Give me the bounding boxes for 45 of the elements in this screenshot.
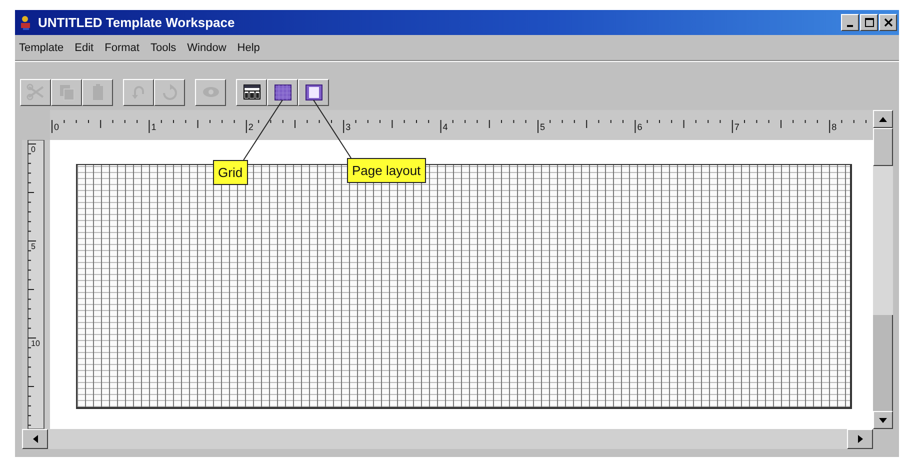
scroll-left-button[interactable] xyxy=(22,429,48,449)
scroll-up-button[interactable] xyxy=(873,110,893,128)
grid-button[interactable] xyxy=(267,79,298,106)
ruler-number: 0 xyxy=(54,122,60,132)
close-icon xyxy=(884,18,892,27)
table-button[interactable] xyxy=(236,79,267,106)
menu-item[interactable]: Window xyxy=(187,42,226,54)
scroll-right-button[interactable] xyxy=(847,429,873,449)
callout-label: Page layout xyxy=(347,158,426,183)
close-button[interactable] xyxy=(879,14,897,31)
maximize-button[interactable] xyxy=(860,14,878,31)
maximize-icon xyxy=(864,18,874,27)
menu-item[interactable]: Format xyxy=(104,42,140,54)
menu-item[interactable]: Help xyxy=(237,42,260,54)
scroll-down-button[interactable] xyxy=(873,411,893,429)
ruler-number: 5 xyxy=(31,242,36,251)
menu-item[interactable]: Edit xyxy=(74,42,94,54)
menu-item[interactable]: Template xyxy=(19,42,64,54)
ruler-number: 7 xyxy=(734,122,740,132)
ruler-number: 1 xyxy=(151,122,156,132)
page-button[interactable] xyxy=(298,79,329,106)
right-arrow-icon xyxy=(858,435,862,443)
window-title: UNTITLED Template Workspace xyxy=(38,15,235,30)
grid-icon xyxy=(272,83,292,102)
up-arrow-icon xyxy=(879,116,887,122)
vertical-scrollbar[interactable] xyxy=(873,110,893,429)
horizontal-scrollbar[interactable] xyxy=(22,429,873,449)
leader-line xyxy=(313,100,352,158)
table-icon xyxy=(242,83,262,102)
ruler-number: 10 xyxy=(31,339,40,348)
ruler-number: 2 xyxy=(248,122,254,132)
page-icon xyxy=(304,83,324,102)
ruler-number: 4 xyxy=(442,122,448,132)
scroll-thumb[interactable] xyxy=(873,128,893,166)
minimize-button[interactable] xyxy=(841,14,859,31)
ruler-number: 0 xyxy=(31,145,36,154)
ruler-number: 8 xyxy=(832,122,837,132)
callout-label: Grid xyxy=(213,160,248,185)
menu-item[interactable]: Tools xyxy=(150,42,176,54)
ruler-number: 6 xyxy=(637,122,642,132)
minimize-icon xyxy=(847,24,853,26)
ruler-number: 3 xyxy=(346,122,351,132)
down-arrow-icon xyxy=(879,418,887,422)
ruler-number: 5 xyxy=(540,122,546,132)
left-arrow-icon xyxy=(32,435,38,443)
